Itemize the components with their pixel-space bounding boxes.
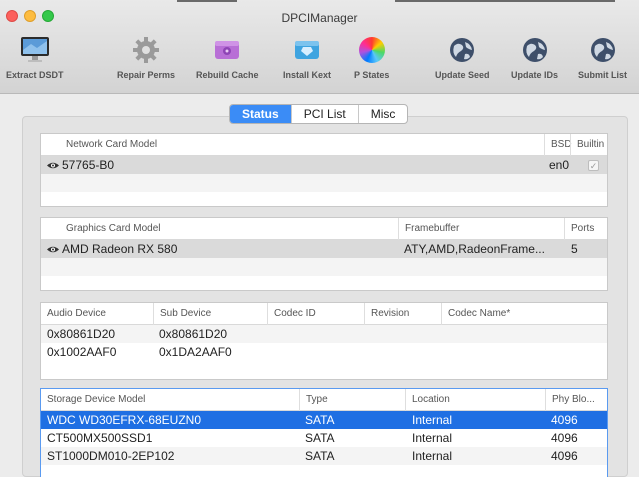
column-header[interactable]: Ports [564,218,594,240]
toolbar-label: Extract DSDT [6,70,64,80]
eye-icon [47,241,59,259]
table-row[interactable]: CT500MX500SSD1 SATA Internal 4096 [41,429,607,447]
globe-icon [519,34,551,66]
title-bar: DPCIManager Extract DSDT Repair Perms Re… [0,0,639,94]
eye-icon [47,157,59,175]
toolbar-label: Repair Perms [117,70,176,80]
toolbar-label: P States [354,70,390,80]
audio-table[interactable]: Audio Device Sub Device Codec ID Revisio… [40,302,608,380]
storage-block-size: 4096 [551,413,578,427]
tab-status[interactable]: Status [230,105,292,123]
globe-icon [446,34,478,66]
column-header[interactable]: Codec Name* [441,303,510,325]
globe-icon [587,34,619,66]
ports-value: 5 [571,242,578,256]
tab-pci-list[interactable]: PCI List [292,105,359,123]
storage-location: Internal [412,431,453,445]
app-window: DPCIManager Extract DSDT Repair Perms Re… [0,0,639,477]
kext-icon [291,34,323,66]
toolbar-label: Submit List [578,70,627,80]
table-row[interactable]: 0x80861D20 0x80861D20 [41,325,607,343]
framebuffer-value: ATY,AMD,RadeonFrame... [404,242,545,256]
column-header[interactable]: Type [299,389,328,411]
column-header[interactable]: Sub Device [153,303,211,325]
table-row[interactable]: 0x1002AAF0 0x1DA2AAF0 [41,343,607,361]
tab-misc[interactable]: Misc [359,105,408,123]
network-table[interactable]: Network Card Model BSD Builtin 57765-B0 … [40,133,608,207]
storage-model: WDC WD30EFRX-68EUZN0 [47,413,202,427]
graphics-card-model: AMD Radeon RX 580 [62,242,178,256]
bsd-value: en0 [549,158,570,172]
column-header[interactable]: Graphics Card Model [66,218,160,240]
install-kext-button[interactable]: Install Kext [283,34,331,86]
builtin-checkbox[interactable]: ✓ [588,160,599,171]
table-row [41,258,607,276]
toolbar-label: Update IDs [511,70,559,80]
table-row [41,174,607,192]
column-header[interactable]: BSD [544,134,572,156]
table-header: Audio Device Sub Device Codec ID Revisio… [41,303,607,325]
drive-icon [211,34,243,66]
storage-location: Internal [412,449,453,463]
column-header[interactable]: Builtin [570,134,604,156]
column-header[interactable]: Storage Device Model [47,389,145,411]
column-header[interactable]: Network Card Model [66,134,157,156]
submit-list-button[interactable]: Submit List [578,34,627,86]
gear-icon [130,34,162,66]
table-header: Network Card Model BSD Builtin [41,134,607,156]
p-states-button[interactable]: P States [354,34,389,86]
column-header[interactable]: Revision [364,303,409,325]
storage-model: CT500MX500SSD1 [47,431,153,445]
storage-type: SATA [305,431,335,445]
storage-table[interactable]: Storage Device Model Type Location Phy B… [40,388,608,477]
update-ids-button[interactable]: Update IDs [511,34,558,86]
storage-type: SATA [305,413,335,427]
storage-type: SATA [305,449,335,463]
sub-device: 0x1DA2AAF0 [159,345,232,359]
table-row[interactable]: ST1000DM010-2EP102 SATA Internal 4096 [41,447,607,465]
storage-block-size: 4096 [551,431,578,445]
network-card-model: 57765-B0 [62,158,115,172]
storage-location: Internal [412,413,453,427]
rebuild-cache-button[interactable]: Rebuild Cache [196,34,259,86]
audio-device: 0x1002AAF0 [47,345,117,359]
audio-device: 0x80861D20 [47,327,116,341]
repair-perms-button[interactable]: Repair Perms [117,34,175,86]
table-row[interactable]: 57765-B0 en0 ✓ [41,156,607,174]
table-row[interactable]: WDC WD30EFRX-68EUZN0 SATA Internal 4096 [41,411,607,429]
toolbar-label: Update Seed [435,70,490,80]
storage-block-size: 4096 [551,449,578,463]
toolbar-label: Rebuild Cache [196,70,259,80]
color-wheel-icon [356,34,388,66]
column-header[interactable]: Location [405,389,450,411]
sub-device: 0x80861D20 [159,327,228,341]
column-header[interactable]: Phy Blo... [545,389,595,411]
table-header: Storage Device Model Type Location Phy B… [41,389,607,411]
toolbar-label: Install Kext [283,70,332,80]
column-header[interactable]: Framebuffer [398,218,459,240]
storage-model: ST1000DM010-2EP102 [47,449,175,463]
table-header: Graphics Card Model Framebuffer Ports [41,218,607,240]
table-row[interactable]: AMD Radeon RX 580 ATY,AMD,RadeonFrame...… [41,240,607,258]
window-title: DPCIManager [281,11,358,25]
tab-bar: Status PCI List Misc [229,104,409,124]
monitor-icon [19,34,51,66]
update-seed-button[interactable]: Update Seed [435,34,490,86]
column-header[interactable]: Codec ID [267,303,316,325]
graphics-table[interactable]: Graphics Card Model Framebuffer Ports AM… [40,217,608,291]
extract-dsdt-button[interactable]: Extract DSDT [6,34,64,86]
column-header[interactable]: Audio Device [47,303,106,325]
